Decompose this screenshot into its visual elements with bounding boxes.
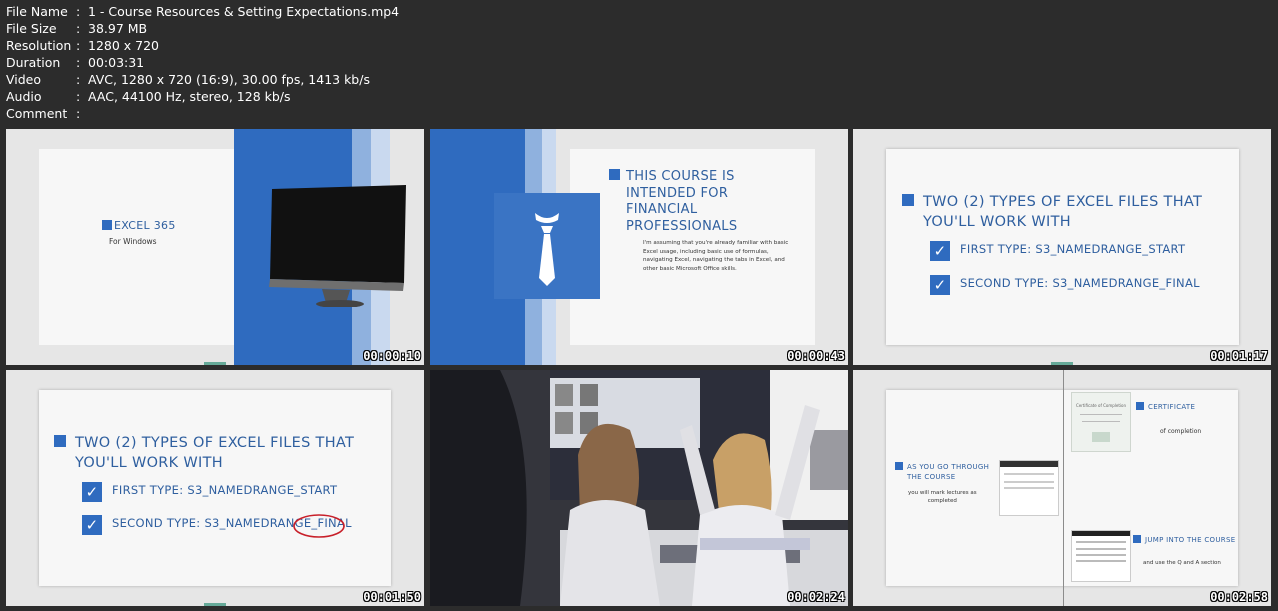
info-value: 00:03:31 — [88, 55, 145, 70]
info-key: Audio — [6, 89, 42, 104]
info-separator: : — [76, 4, 81, 19]
timestamp: 00:02:58 — [1210, 590, 1268, 604]
checkbox-checked-icon: ✓ — [82, 515, 102, 535]
info-row-duration: Duration:00:03:31 — [6, 54, 399, 71]
file-info-panel: File Name:1 - Course Resources & Setting… — [6, 3, 399, 122]
slide-subtitle: For Windows — [109, 237, 157, 246]
info-row-comment: Comment: — [6, 105, 399, 122]
screenshot-line — [1004, 481, 1054, 483]
certificate-subtext: of completion — [1160, 428, 1202, 435]
red-circle-annotation — [293, 514, 345, 538]
info-key: Resolution — [6, 38, 72, 53]
thumbnail-4[interactable]: TWO (2) TYPES OF EXCEL FILES THAT YOU'LL… — [6, 370, 424, 606]
info-key: Comment — [6, 106, 68, 121]
thumbnail-3[interactable]: TWO (2) TYPES OF EXCEL FILES THAT YOU'LL… — [853, 129, 1271, 365]
screenshot-line — [1076, 560, 1126, 562]
thumbnail-5[interactable]: 00:02:24 — [430, 370, 848, 606]
slide-title: TWO (2) TYPES OF EXCEL FILES THAT YOU'LL… — [54, 433, 354, 473]
info-separator: : — [76, 55, 81, 70]
slide-title: EXCEL 365 — [102, 219, 176, 232]
info-value: 38.97 MB — [88, 21, 148, 36]
timestamp: 00:01:17 — [1210, 349, 1268, 363]
info-separator: : — [76, 38, 81, 53]
jump-heading: JUMP INTO THE COURSE — [1133, 535, 1235, 544]
slide-title: THIS COURSE IS INTENDED FOR FINANCIAL PR… — [609, 169, 737, 235]
checklist-item-2: ✓ SECOND TYPE: S3_NAMEDRANGE_FINAL — [930, 275, 1200, 295]
tie-tile — [494, 193, 600, 299]
info-value: 1280 x 720 — [88, 38, 160, 53]
certificate-line — [1080, 414, 1122, 415]
checkbox-checked-icon: ✓ — [930, 241, 950, 261]
thumbnail-6[interactable]: Certificate of Completion CERTIFICATE of… — [853, 370, 1271, 606]
screenshot-line — [1004, 473, 1054, 475]
bullet-square-icon — [102, 220, 112, 230]
info-key: Video — [6, 72, 42, 87]
info-key: File Name — [6, 4, 68, 19]
thumbnail-1[interactable]: EXCEL 365 For Windows 00:00:10 — [6, 129, 424, 365]
info-value: AAC, 44100 Hz, stereo, 128 kb/s — [88, 89, 291, 104]
bullet-square-icon — [54, 435, 66, 447]
info-key: Duration — [6, 55, 61, 70]
info-row-audio: Audio: AAC, 44100 Hz, stereo, 128 kb/s — [6, 88, 399, 105]
jump-subtext: and use the Q and A section — [1143, 560, 1221, 566]
info-separator: : — [76, 89, 81, 104]
timestamp: 00:00:10 — [363, 349, 421, 363]
info-separator: : — [76, 106, 81, 121]
timestamp: 00:00:43 — [787, 349, 845, 363]
footer-logo — [204, 362, 226, 365]
timestamp: 00:01:50 — [363, 590, 421, 604]
certificate-doc-title: Certificate of Completion — [1075, 403, 1127, 408]
info-row-resolution: Resolution:1280 x 720 — [6, 37, 399, 54]
footer-logo — [204, 603, 226, 606]
info-value: 1 - Course Resources & Setting Expectati… — [88, 4, 400, 19]
info-separator: : — [76, 72, 81, 87]
timeline-line — [1063, 370, 1064, 606]
go-through-subtext: you will mark lectures as completed — [908, 490, 977, 504]
monitor-icon — [269, 185, 406, 307]
certificate-seal-icon — [1092, 432, 1110, 442]
info-row-video: Video: AVC, 1280 x 720 (16:9), 30.00 fps,… — [6, 71, 399, 88]
qa-screenshot — [1071, 530, 1131, 582]
slide-title: TWO (2) TYPES OF EXCEL FILES THAT YOU'LL… — [902, 192, 1202, 232]
certificate-heading: CERTIFICATE — [1136, 402, 1195, 411]
slide-area — [886, 390, 1238, 586]
screenshot-line — [1076, 541, 1126, 543]
screenshot-line — [1076, 548, 1126, 550]
screenshot-header — [1000, 461, 1058, 467]
info-separator: : — [76, 21, 81, 36]
tie-icon — [535, 213, 559, 286]
bullet-square-icon — [1133, 535, 1141, 543]
bullet-square-icon — [902, 194, 914, 206]
info-key: File Size — [6, 21, 57, 36]
footer-logo — [1051, 362, 1073, 365]
bullet-square-icon — [609, 169, 620, 180]
certificate-line — [1082, 421, 1120, 422]
bullet-square-icon — [1136, 402, 1144, 410]
thumbnail-2[interactable]: THIS COURSE IS INTENDED FOR FINANCIAL PR… — [430, 129, 848, 365]
info-row-file-name: File Name:1 - Course Resources & Setting… — [6, 3, 399, 20]
screenshot-header — [1072, 531, 1130, 536]
slide-left-panel — [39, 149, 234, 345]
info-row-file-size: File Size:38.97 MB — [6, 20, 399, 37]
go-through-heading: AS YOU GO THROUGH THE COURSE — [895, 462, 989, 482]
timestamp: 00:02:24 — [787, 590, 845, 604]
classroom-photo — [430, 370, 848, 606]
checklist-item-1: ✓ FIRST TYPE: S3_NAMEDRANGE_START — [82, 482, 337, 502]
checkbox-checked-icon: ✓ — [930, 275, 950, 295]
lecture-list-screenshot — [999, 460, 1059, 516]
checkbox-checked-icon: ✓ — [82, 482, 102, 502]
screenshot-line — [1076, 554, 1126, 556]
screenshot-line — [1004, 487, 1054, 489]
bullet-square-icon — [895, 462, 903, 470]
checklist-item-1: ✓ FIRST TYPE: S3_NAMEDRANGE_START — [930, 241, 1185, 261]
certificate-image: Certificate of Completion — [1071, 392, 1131, 452]
info-value: AVC, 1280 x 720 (16:9), 30.00 fps, 1413 … — [88, 72, 370, 87]
slide-body-text: I'm assuming that you're already familia… — [643, 240, 789, 272]
